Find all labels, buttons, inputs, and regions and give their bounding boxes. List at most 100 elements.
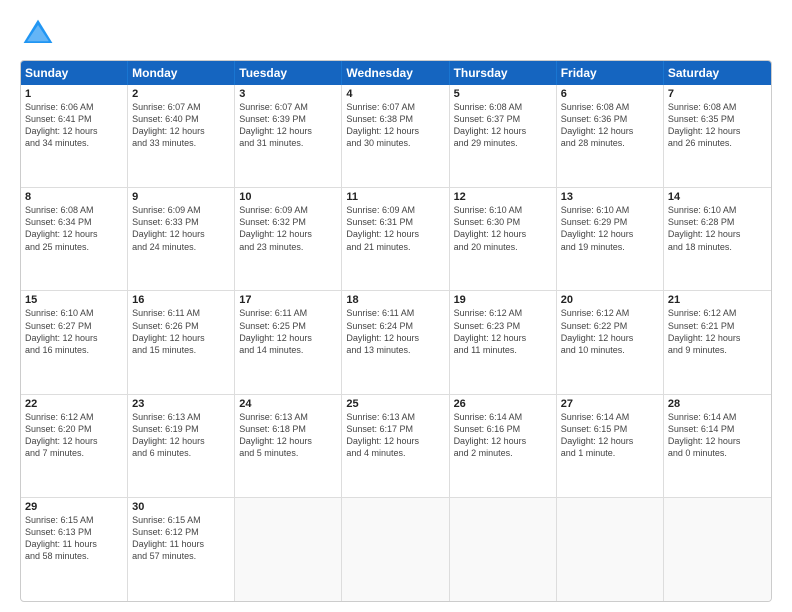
day-number: 4 [346, 88, 444, 100]
day-number: 14 [668, 191, 767, 203]
calendar-day-20: 20Sunrise: 6:12 AM Sunset: 6:22 PM Dayli… [557, 291, 664, 393]
day-number: 28 [668, 398, 767, 410]
calendar-day-15: 15Sunrise: 6:10 AM Sunset: 6:27 PM Dayli… [21, 291, 128, 393]
day-number: 10 [239, 191, 337, 203]
day-info: Sunrise: 6:12 AM Sunset: 6:20 PM Dayligh… [25, 411, 123, 460]
day-info: Sunrise: 6:07 AM Sunset: 6:39 PM Dayligh… [239, 101, 337, 150]
weekday-header-monday: Monday [128, 61, 235, 85]
day-number: 16 [132, 294, 230, 306]
day-info: Sunrise: 6:11 AM Sunset: 6:25 PM Dayligh… [239, 307, 337, 356]
day-info: Sunrise: 6:11 AM Sunset: 6:26 PM Dayligh… [132, 307, 230, 356]
calendar-day-10: 10Sunrise: 6:09 AM Sunset: 6:32 PM Dayli… [235, 188, 342, 290]
calendar-day-11: 11Sunrise: 6:09 AM Sunset: 6:31 PM Dayli… [342, 188, 449, 290]
page: SundayMondayTuesdayWednesdayThursdayFrid… [0, 0, 792, 612]
calendar-day-5: 5Sunrise: 6:08 AM Sunset: 6:37 PM Daylig… [450, 85, 557, 187]
day-info: Sunrise: 6:15 AM Sunset: 6:12 PM Dayligh… [132, 514, 230, 563]
calendar-empty-cell [450, 498, 557, 601]
calendar-day-14: 14Sunrise: 6:10 AM Sunset: 6:28 PM Dayli… [664, 188, 771, 290]
day-info: Sunrise: 6:12 AM Sunset: 6:21 PM Dayligh… [668, 307, 767, 356]
day-number: 26 [454, 398, 552, 410]
day-info: Sunrise: 6:14 AM Sunset: 6:16 PM Dayligh… [454, 411, 552, 460]
day-number: 15 [25, 294, 123, 306]
day-info: Sunrise: 6:11 AM Sunset: 6:24 PM Dayligh… [346, 307, 444, 356]
calendar-day-8: 8Sunrise: 6:08 AM Sunset: 6:34 PM Daylig… [21, 188, 128, 290]
weekday-header-wednesday: Wednesday [342, 61, 449, 85]
calendar-day-3: 3Sunrise: 6:07 AM Sunset: 6:39 PM Daylig… [235, 85, 342, 187]
day-number: 23 [132, 398, 230, 410]
weekday-header-tuesday: Tuesday [235, 61, 342, 85]
calendar-day-29: 29Sunrise: 6:15 AM Sunset: 6:13 PM Dayli… [21, 498, 128, 601]
day-info: Sunrise: 6:08 AM Sunset: 6:37 PM Dayligh… [454, 101, 552, 150]
day-number: 17 [239, 294, 337, 306]
day-number: 13 [561, 191, 659, 203]
calendar-day-27: 27Sunrise: 6:14 AM Sunset: 6:15 PM Dayli… [557, 395, 664, 497]
day-info: Sunrise: 6:06 AM Sunset: 6:41 PM Dayligh… [25, 101, 123, 150]
day-number: 5 [454, 88, 552, 100]
logo-icon [20, 16, 56, 52]
calendar-header: SundayMondayTuesdayWednesdayThursdayFrid… [21, 61, 771, 85]
calendar-day-1: 1Sunrise: 6:06 AM Sunset: 6:41 PM Daylig… [21, 85, 128, 187]
calendar-day-21: 21Sunrise: 6:12 AM Sunset: 6:21 PM Dayli… [664, 291, 771, 393]
day-number: 19 [454, 294, 552, 306]
calendar-week-3: 15Sunrise: 6:10 AM Sunset: 6:27 PM Dayli… [21, 291, 771, 394]
calendar-day-25: 25Sunrise: 6:13 AM Sunset: 6:17 PM Dayli… [342, 395, 449, 497]
calendar-day-18: 18Sunrise: 6:11 AM Sunset: 6:24 PM Dayli… [342, 291, 449, 393]
day-info: Sunrise: 6:13 AM Sunset: 6:18 PM Dayligh… [239, 411, 337, 460]
day-info: Sunrise: 6:14 AM Sunset: 6:15 PM Dayligh… [561, 411, 659, 460]
calendar-day-17: 17Sunrise: 6:11 AM Sunset: 6:25 PM Dayli… [235, 291, 342, 393]
day-info: Sunrise: 6:07 AM Sunset: 6:40 PM Dayligh… [132, 101, 230, 150]
day-number: 25 [346, 398, 444, 410]
weekday-header-friday: Friday [557, 61, 664, 85]
day-number: 21 [668, 294, 767, 306]
calendar-day-2: 2Sunrise: 6:07 AM Sunset: 6:40 PM Daylig… [128, 85, 235, 187]
calendar-day-19: 19Sunrise: 6:12 AM Sunset: 6:23 PM Dayli… [450, 291, 557, 393]
day-info: Sunrise: 6:14 AM Sunset: 6:14 PM Dayligh… [668, 411, 767, 460]
weekday-header-sunday: Sunday [21, 61, 128, 85]
header [20, 16, 772, 52]
day-info: Sunrise: 6:12 AM Sunset: 6:22 PM Dayligh… [561, 307, 659, 356]
day-number: 12 [454, 191, 552, 203]
calendar-empty-cell [235, 498, 342, 601]
calendar-week-4: 22Sunrise: 6:12 AM Sunset: 6:20 PM Dayli… [21, 395, 771, 498]
calendar-body: 1Sunrise: 6:06 AM Sunset: 6:41 PM Daylig… [21, 85, 771, 601]
calendar-day-6: 6Sunrise: 6:08 AM Sunset: 6:36 PM Daylig… [557, 85, 664, 187]
weekday-header-saturday: Saturday [664, 61, 771, 85]
day-number: 7 [668, 88, 767, 100]
day-number: 8 [25, 191, 123, 203]
day-info: Sunrise: 6:10 AM Sunset: 6:28 PM Dayligh… [668, 204, 767, 253]
calendar-day-30: 30Sunrise: 6:15 AM Sunset: 6:12 PM Dayli… [128, 498, 235, 601]
day-info: Sunrise: 6:07 AM Sunset: 6:38 PM Dayligh… [346, 101, 444, 150]
day-info: Sunrise: 6:08 AM Sunset: 6:36 PM Dayligh… [561, 101, 659, 150]
day-number: 27 [561, 398, 659, 410]
day-number: 30 [132, 501, 230, 513]
calendar-day-4: 4Sunrise: 6:07 AM Sunset: 6:38 PM Daylig… [342, 85, 449, 187]
day-number: 1 [25, 88, 123, 100]
day-number: 11 [346, 191, 444, 203]
day-info: Sunrise: 6:10 AM Sunset: 6:29 PM Dayligh… [561, 204, 659, 253]
calendar-day-23: 23Sunrise: 6:13 AM Sunset: 6:19 PM Dayli… [128, 395, 235, 497]
day-info: Sunrise: 6:08 AM Sunset: 6:35 PM Dayligh… [668, 101, 767, 150]
day-info: Sunrise: 6:13 AM Sunset: 6:17 PM Dayligh… [346, 411, 444, 460]
calendar: SundayMondayTuesdayWednesdayThursdayFrid… [20, 60, 772, 602]
calendar-day-26: 26Sunrise: 6:14 AM Sunset: 6:16 PM Dayli… [450, 395, 557, 497]
calendar-day-28: 28Sunrise: 6:14 AM Sunset: 6:14 PM Dayli… [664, 395, 771, 497]
day-info: Sunrise: 6:10 AM Sunset: 6:30 PM Dayligh… [454, 204, 552, 253]
calendar-day-22: 22Sunrise: 6:12 AM Sunset: 6:20 PM Dayli… [21, 395, 128, 497]
calendar-empty-cell [342, 498, 449, 601]
calendar-day-12: 12Sunrise: 6:10 AM Sunset: 6:30 PM Dayli… [450, 188, 557, 290]
calendar-empty-cell [557, 498, 664, 601]
calendar-week-2: 8Sunrise: 6:08 AM Sunset: 6:34 PM Daylig… [21, 188, 771, 291]
day-number: 6 [561, 88, 659, 100]
calendar-week-1: 1Sunrise: 6:06 AM Sunset: 6:41 PM Daylig… [21, 85, 771, 188]
day-info: Sunrise: 6:15 AM Sunset: 6:13 PM Dayligh… [25, 514, 123, 563]
day-info: Sunrise: 6:09 AM Sunset: 6:33 PM Dayligh… [132, 204, 230, 253]
day-number: 3 [239, 88, 337, 100]
day-number: 9 [132, 191, 230, 203]
day-number: 24 [239, 398, 337, 410]
calendar-day-13: 13Sunrise: 6:10 AM Sunset: 6:29 PM Dayli… [557, 188, 664, 290]
day-number: 2 [132, 88, 230, 100]
day-info: Sunrise: 6:09 AM Sunset: 6:32 PM Dayligh… [239, 204, 337, 253]
day-info: Sunrise: 6:09 AM Sunset: 6:31 PM Dayligh… [346, 204, 444, 253]
weekday-header-thursday: Thursday [450, 61, 557, 85]
day-info: Sunrise: 6:10 AM Sunset: 6:27 PM Dayligh… [25, 307, 123, 356]
